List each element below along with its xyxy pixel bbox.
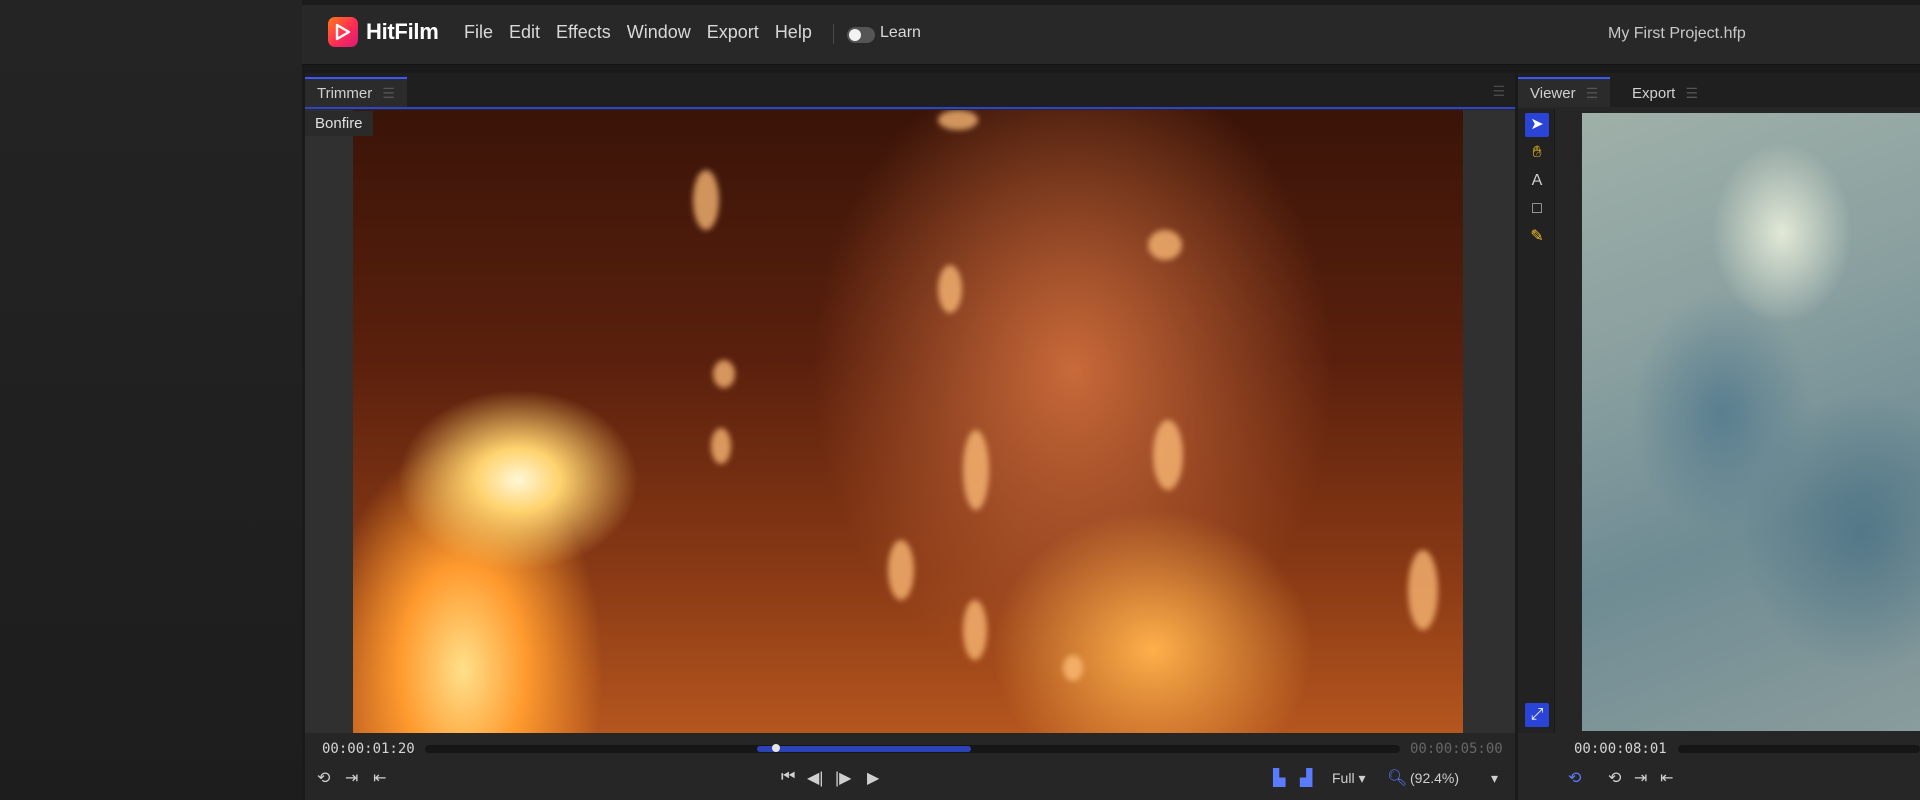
viewer-toolbar: ➤ ✋︎ A □ ✎ ⤢ [1518, 109, 1555, 733]
active-panel-indicator [305, 107, 1515, 109]
ember [1408, 550, 1438, 630]
ember [713, 360, 735, 388]
duration-timecode: 00:00:05:00 [1410, 741, 1503, 757]
trimmer-video-area [305, 110, 1515, 733]
overlay-clip-icon[interactable]: ⇤ [373, 768, 386, 788]
trimmer-video-frame[interactable] [353, 110, 1463, 733]
panel-options-icon[interactable]: ☰ [1492, 83, 1505, 100]
trimmer-tab-bar: Trimmer ☰ ☰ [305, 73, 1515, 107]
tab-trimmer-label: Trimmer [317, 85, 373, 102]
hitfilm-logo-icon [328, 17, 358, 47]
viewer-current-timecode[interactable]: 00:00:08:01 [1574, 741, 1667, 757]
trimmer-scrub-bar[interactable] [425, 744, 1400, 753]
set-in-point-icon[interactable]: ▙ [1273, 768, 1285, 788]
tab-viewer-label: Viewer [1530, 85, 1576, 102]
panel-menu-icon[interactable]: ☰ [1586, 79, 1599, 107]
skip-start-icon[interactable]: ⏮ [781, 768, 795, 786]
viewer-loop-icon[interactable]: ⟲ [1568, 768, 1581, 788]
ember [693, 170, 719, 230]
panel-menu-icon[interactable]: ☰ [1685, 79, 1698, 107]
menu-separator [833, 24, 834, 44]
menu-export[interactable]: Export [707, 22, 759, 43]
menu-effects[interactable]: Effects [556, 22, 611, 43]
ember [1153, 420, 1183, 490]
app-name: HitFilm [366, 19, 439, 44]
play-icon[interactable]: ▶ [867, 768, 879, 788]
step-back-icon[interactable]: ◀| [807, 768, 823, 788]
current-timecode[interactable]: 00:00:01:20 [322, 741, 415, 757]
viewer-overlay-icon[interactable]: ⇤ [1660, 768, 1673, 788]
menu-window[interactable]: Window [627, 22, 691, 43]
desktop-background [0, 0, 302, 800]
select-tool-icon[interactable]: ➤ [1525, 113, 1549, 137]
ember [938, 265, 962, 313]
menu-file[interactable]: File [464, 22, 493, 43]
ember [888, 540, 914, 600]
loop-icon[interactable]: ⟲ [317, 768, 330, 788]
top-bar: HitFilm File Edit Effects Window Export … [302, 5, 1920, 65]
text-tool-icon[interactable]: A [1525, 169, 1549, 193]
menu-help[interactable]: Help [775, 22, 812, 43]
ember [1063, 655, 1083, 681]
trimmer-panel: Trimmer ☰ ☰ Bonfire 00:00:01:20 00:00:05… [305, 73, 1515, 800]
quality-value: Full [1332, 770, 1355, 786]
ember [711, 428, 731, 464]
viewer-repeat-icon[interactable]: ⟲ [1608, 768, 1621, 788]
menu-bar: File Edit Effects Window Export Help [464, 22, 828, 43]
toggle-knob [849, 29, 861, 41]
zoom-level[interactable]: (92.4%) [1410, 770, 1459, 786]
ember [963, 430, 989, 510]
playhead[interactable] [772, 744, 780, 752]
motion-path-tool-icon[interactable]: ⤢ [1525, 703, 1549, 727]
project-title: My First Project.hfp [1608, 25, 1746, 42]
zoom-dropdown-icon[interactable]: ▾ [1491, 770, 1498, 787]
tab-export[interactable]: Export ☰ [1620, 79, 1710, 107]
in-out-range[interactable] [756, 746, 971, 752]
hand-tool-icon[interactable]: ✋︎ [1525, 141, 1549, 165]
ember [963, 600, 987, 660]
step-forward-icon[interactable]: |▶ [835, 768, 851, 788]
zoom-icon[interactable]: 🔍︎ [1387, 768, 1407, 788]
paint-tool-icon[interactable]: ✎ [1525, 225, 1549, 249]
panel-menu-icon[interactable]: ☰ [382, 79, 395, 107]
tab-viewer[interactable]: Viewer ☰ [1518, 77, 1611, 107]
viewer-video-frame[interactable] [1582, 113, 1920, 731]
learn-toggle[interactable] [847, 27, 875, 43]
viewer-panel: Viewer ☰ Export ☰ ➤ ✋︎ A □ ✎ ⤢ 00:00:08:01… [1518, 73, 1920, 800]
viewer-insert-icon[interactable]: ⇥ [1634, 768, 1647, 788]
ember [938, 110, 978, 130]
mask-tool-icon[interactable]: □ [1525, 197, 1549, 221]
clip-name-label: Bonfire [305, 111, 373, 136]
tab-export-label: Export [1632, 85, 1676, 102]
viewer-controls: 00:00:08:01 ⟲ ⟲ ⇥ ⇤ [1518, 733, 1920, 800]
viewer-tab-bar: Viewer ☰ Export ☰ [1518, 73, 1920, 107]
learn-label[interactable]: Learn [880, 24, 921, 42]
quality-select[interactable]: Full ▾ [1332, 770, 1365, 787]
set-out-point-icon[interactable]: ▟ [1300, 768, 1312, 788]
menu-edit[interactable]: Edit [509, 22, 540, 43]
trimmer-controls: 00:00:01:20 00:00:05:00 ⟲ ⇥ ⇤ ⏮ ◀| |▶ ▶ … [305, 733, 1515, 800]
ember [1148, 230, 1182, 260]
insert-clip-icon[interactable]: ⇥ [345, 768, 358, 788]
viewer-scrub-bar[interactable] [1678, 745, 1920, 753]
tab-trimmer[interactable]: Trimmer ☰ [305, 77, 407, 107]
hitfilm-window: HitFilm File Edit Effects Window Export … [302, 5, 1920, 800]
